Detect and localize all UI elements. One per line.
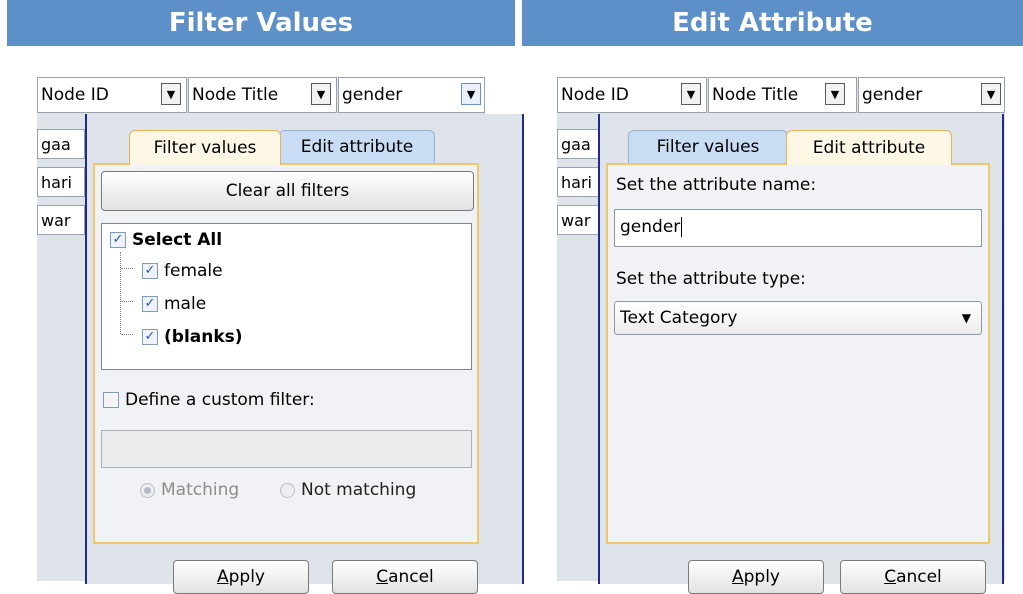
column-header-label: Node ID bbox=[561, 85, 629, 105]
attribute-name-label: Set the attribute name: bbox=[616, 175, 817, 195]
list-item-select-all[interactable]: ✓ Select All bbox=[110, 230, 222, 250]
custom-filter-row[interactable]: Define a custom filter: bbox=[103, 390, 315, 410]
chevron-down-icon: ▼ bbox=[961, 311, 971, 325]
chevron-down-icon: ▼ bbox=[986, 87, 996, 101]
list-item[interactable]: ✓ male bbox=[142, 294, 206, 314]
matching-option[interactable]: Matching bbox=[140, 480, 239, 500]
table-row[interactable]: hari bbox=[37, 167, 85, 197]
tab-label: Edit attribute bbox=[300, 137, 414, 157]
checkbox-checked[interactable]: ✓ bbox=[110, 232, 126, 248]
tab-edit-attribute[interactable]: Edit attribute bbox=[786, 130, 952, 165]
chevron-down-icon: ▼ bbox=[830, 87, 840, 101]
list-item-label: Select All bbox=[132, 230, 223, 250]
node-title-dropdown-button[interactable]: ▼ bbox=[825, 83, 845, 105]
filter-values-banner: Filter Values bbox=[7, 0, 515, 46]
cancel-button[interactable]: Cancel bbox=[332, 560, 478, 594]
node-title-dropdown-button[interactable]: ▼ bbox=[311, 83, 331, 105]
edit-attribute-banner: Edit Attribute bbox=[522, 0, 1023, 46]
node-id-dropdown-button[interactable]: ▼ bbox=[161, 83, 181, 105]
cancel-button[interactable]: Cancel bbox=[840, 560, 986, 594]
custom-filter-label: Define a custom filter: bbox=[125, 390, 315, 410]
matching-radio[interactable] bbox=[140, 482, 155, 498]
not-matching-label: Not matching bbox=[301, 480, 417, 500]
tab-label: Edit attribute bbox=[812, 138, 926, 158]
not-matching-option[interactable]: Not matching bbox=[280, 480, 416, 500]
tree-connector bbox=[121, 268, 133, 269]
checkbox-checked[interactable]: ✓ bbox=[142, 329, 158, 345]
filter-values-tab-panel: Clear all filters ✓ Select All ✓ female … bbox=[93, 163, 479, 544]
custom-filter-input[interactable] bbox=[101, 430, 472, 468]
checkbox-checked[interactable]: ✓ bbox=[142, 263, 158, 279]
tree-connector bbox=[120, 252, 121, 334]
table-row[interactable]: gaa bbox=[37, 129, 85, 159]
not-matching-radio[interactable] bbox=[280, 482, 295, 498]
gender-dropdown-button[interactable]: ▼ bbox=[981, 83, 1001, 105]
edit-attribute-tab-panel: Set the attribute name: gender Set the a… bbox=[606, 163, 990, 544]
list-item-label: male bbox=[164, 294, 207, 314]
left-panel: Node ID ▼ Node Title ▼ gender ▼ gaa hari… bbox=[37, 77, 524, 594]
tab-filter-values[interactable]: Filter values bbox=[129, 130, 281, 165]
button-label: Clear all filters bbox=[225, 181, 350, 201]
column-header-label: gender bbox=[862, 85, 923, 105]
gender-dropdown-button[interactable]: ▼ bbox=[461, 83, 481, 105]
edit-attribute-popup: Filter values Edit attribute Set the att… bbox=[598, 114, 1004, 594]
list-item[interactable]: ✓ female bbox=[142, 261, 223, 281]
attribute-name-value: gender bbox=[620, 217, 681, 237]
chevron-down-icon: ▼ bbox=[316, 87, 326, 101]
button-label: Apply bbox=[731, 567, 780, 587]
chevron-down-icon: ▼ bbox=[166, 87, 176, 101]
chevron-down-icon: ▼ bbox=[466, 87, 476, 101]
column-header-label: Node ID bbox=[41, 85, 109, 105]
apply-button[interactable]: Apply bbox=[688, 560, 824, 594]
checkbox-checked[interactable]: ✓ bbox=[142, 296, 158, 312]
tab-filter-values[interactable]: Filter values bbox=[628, 130, 788, 163]
attribute-name-input[interactable]: gender bbox=[614, 209, 982, 247]
right-panel: Node ID ▼ Node Title ▼ gender ▼ gaa hari… bbox=[557, 77, 1023, 594]
attribute-type-label: Set the attribute type: bbox=[616, 269, 806, 289]
button-label: Cancel bbox=[884, 567, 942, 587]
button-label: Cancel bbox=[376, 567, 434, 587]
text-cursor bbox=[681, 217, 683, 237]
node-id-dropdown-button[interactable]: ▼ bbox=[681, 83, 701, 105]
table-row[interactable]: war bbox=[37, 205, 85, 235]
column-header-label: gender bbox=[342, 85, 403, 105]
matching-label: Matching bbox=[161, 480, 240, 500]
custom-filter-checkbox[interactable] bbox=[103, 392, 119, 408]
tab-label: Filter values bbox=[153, 138, 257, 158]
list-item-label: female bbox=[164, 261, 223, 281]
list-item-label: (blanks) bbox=[164, 327, 243, 347]
column-header-label: Node Title bbox=[712, 85, 799, 105]
button-label: Apply bbox=[216, 567, 265, 587]
apply-button[interactable]: Apply bbox=[173, 560, 309, 594]
list-item[interactable]: ✓ (blanks) bbox=[142, 327, 243, 347]
clear-all-filters-button[interactable]: Clear all filters bbox=[101, 171, 474, 211]
attribute-type-select[interactable]: Text Category ▼ bbox=[614, 301, 982, 335]
chevron-down-icon: ▼ bbox=[686, 87, 696, 101]
tab-edit-attribute[interactable]: Edit attribute bbox=[279, 130, 435, 163]
tree-connector bbox=[121, 334, 133, 335]
tab-label: Filter values bbox=[656, 137, 760, 157]
attribute-type-value: Text Category bbox=[620, 308, 738, 328]
tree-connector bbox=[121, 301, 133, 302]
filter-values-list[interactable]: ✓ Select All ✓ female ✓ male ✓ (blanks) bbox=[101, 223, 472, 370]
column-header-label: Node Title bbox=[192, 85, 279, 105]
filter-popup: Edit attribute Filter values Clear all f… bbox=[85, 114, 524, 594]
